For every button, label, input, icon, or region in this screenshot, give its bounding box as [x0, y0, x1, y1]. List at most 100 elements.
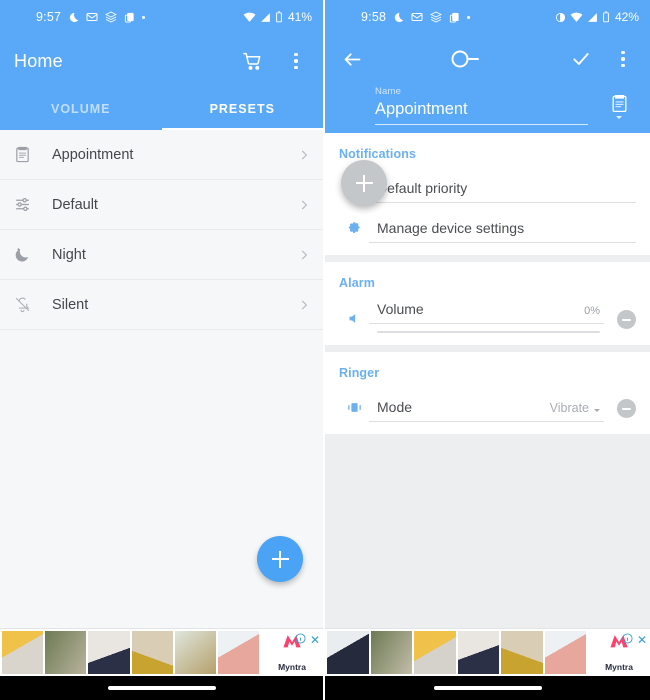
remove-ringer-mode-button[interactable] — [617, 399, 636, 418]
battery-percent: 42% — [614, 10, 639, 24]
cart-icon[interactable] — [239, 48, 265, 74]
ad-banner-left[interactable]: ✕ Myntra — [0, 628, 323, 676]
ad-thumb[interactable] — [45, 631, 87, 674]
ad-thumb[interactable] — [457, 631, 499, 674]
ad-banner-right[interactable]: ✕ Myntra — [325, 628, 650, 676]
clipboard-icon — [14, 146, 42, 163]
device-settings-field[interactable]: Manage device settings — [369, 220, 636, 243]
info-icon[interactable] — [622, 631, 633, 649]
enable-toggle-switch[interactable] — [449, 48, 485, 70]
ad-thumb[interactable] — [88, 631, 130, 674]
nav-home-pill[interactable] — [107, 686, 216, 690]
phone-screen-presets: 9:57 41% Home VOLUME PRESETS Appointment… — [0, 0, 325, 700]
nav-home-pill[interactable] — [433, 686, 542, 690]
alarm-volume-slider[interactable] — [377, 331, 600, 333]
chevron-down-icon — [616, 116, 622, 119]
ad-controls[interactable]: ✕ — [295, 631, 320, 649]
row-label: Manage device settings — [377, 220, 525, 236]
list-item-night[interactable]: Night — [0, 230, 323, 280]
clipboard-picker-icon[interactable] — [602, 93, 636, 125]
ad-thumbnail-strip[interactable] — [325, 629, 588, 676]
plus-icon — [355, 174, 373, 192]
wifi-icon — [243, 12, 256, 23]
list-item-default[interactable]: Default — [0, 180, 323, 230]
status-bar-right-group: 42% — [555, 10, 639, 24]
tab-volume[interactable]: VOLUME — [0, 88, 162, 130]
ad-thumb[interactable] — [414, 631, 456, 674]
tune-sliders-icon — [14, 196, 42, 213]
close-icon[interactable]: ✕ — [637, 634, 647, 646]
tab-presets[interactable]: PRESETS — [161, 88, 324, 130]
list-item-label: Appointment — [52, 146, 134, 163]
ad-controls[interactable]: ✕ — [622, 631, 647, 649]
confirm-check-icon[interactable] — [568, 46, 594, 72]
list-item-label: Silent — [52, 296, 89, 313]
dot-icon — [142, 15, 146, 19]
system-nav-bar-left — [0, 676, 323, 700]
list-item-appointment[interactable]: Appointment — [0, 130, 323, 180]
signal-icon — [587, 12, 598, 23]
row-alarm-volume[interactable]: Volume 0% — [325, 292, 650, 333]
name-input-wrapper[interactable]: Name Appointment — [375, 86, 602, 125]
ad-thumb[interactable] — [2, 631, 44, 674]
battery-icon — [275, 11, 283, 23]
list-item-label: Night — [52, 246, 86, 263]
ad-thumb[interactable] — [131, 631, 173, 674]
copy-icon — [124, 12, 135, 23]
list-item-label: Default — [52, 196, 98, 213]
app-bar-right: Name Appointment — [325, 34, 650, 206]
overflow-menu-icon[interactable] — [283, 48, 309, 74]
section-title: Ringer — [339, 366, 380, 380]
ringer-mode-value[interactable]: Vibrate — [550, 401, 589, 415]
add-preset-fab[interactable] — [257, 536, 303, 582]
remove-alarm-volume-button[interactable] — [617, 310, 636, 329]
status-bar-left: 9:57 41% — [0, 0, 323, 34]
status-bar-left-group: 9:58 — [336, 10, 471, 24]
back-arrow-icon[interactable] — [339, 46, 365, 72]
signal-icon — [260, 12, 271, 23]
ad-thumb[interactable] — [174, 631, 216, 674]
mail-icon — [411, 11, 423, 23]
gear-icon — [339, 221, 369, 243]
phone-screen-preset-detail: 9:58 42% Name Appointment Notifications … — [325, 0, 650, 700]
ad-brand-block[interactable]: ✕ Myntra — [261, 629, 323, 676]
ad-brand-block[interactable]: ✕ Myntra — [588, 629, 650, 676]
ad-thumb[interactable] — [217, 631, 260, 674]
priority-field[interactable]: Default priority — [369, 180, 636, 203]
overflow-menu-icon[interactable] — [610, 46, 636, 72]
moon-icon — [393, 12, 404, 23]
ad-thumbnail-strip[interactable] — [0, 629, 261, 676]
alarm-volume-value: 0% — [584, 305, 600, 317]
name-field-block: Name Appointment — [325, 84, 650, 125]
alarm-volume-field[interactable]: Volume 0% — [369, 301, 604, 324]
copy-icon — [449, 12, 460, 23]
row-manage-device-settings[interactable]: Manage device settings — [325, 203, 650, 243]
row-ringer-mode[interactable]: Mode Vibrate — [325, 382, 650, 422]
ad-thumb[interactable] — [370, 631, 412, 674]
ringer-mode-field[interactable]: Mode Vibrate — [369, 399, 604, 422]
name-field-label: Name — [375, 86, 402, 97]
contrast-icon — [555, 12, 566, 23]
field-wrap: Mode Vibrate — [369, 399, 604, 422]
add-setting-fab[interactable] — [341, 160, 387, 206]
name-input[interactable]: Appointment — [375, 97, 588, 125]
info-icon[interactable] — [295, 631, 306, 649]
tab-bar: VOLUME PRESETS — [0, 88, 323, 130]
battery-percent: 41% — [287, 10, 312, 24]
ad-thumb[interactable] — [544, 631, 586, 674]
dot-icon — [467, 15, 471, 19]
close-icon[interactable]: ✕ — [310, 634, 320, 646]
chevron-right-icon — [297, 198, 311, 212]
chevron-down-icon[interactable] — [594, 409, 600, 412]
ad-thumb[interactable] — [501, 631, 543, 674]
layers-icon — [105, 11, 118, 23]
status-bar-left-group: 9:57 — [11, 10, 146, 24]
section-alarm: Alarm Volume 0% — [325, 262, 650, 345]
battery-icon — [602, 11, 610, 23]
system-nav-bar-right — [325, 676, 650, 700]
presets-list: Appointment Default Night Silent — [0, 130, 323, 700]
list-item-silent[interactable]: Silent — [0, 280, 323, 330]
status-bar-right-group: 41% — [243, 10, 312, 24]
status-time: 9:58 — [361, 10, 387, 24]
ad-thumb[interactable] — [327, 631, 369, 674]
